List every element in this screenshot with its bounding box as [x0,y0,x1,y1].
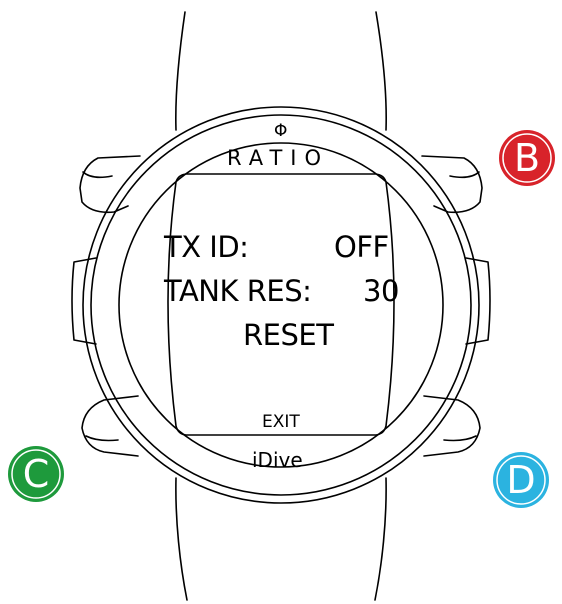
menu-row-tank-res-value: 30 [363,274,399,308]
button-d[interactable]: D [491,450,551,510]
brand-logo-symbol: Φ [274,121,288,141]
button-c-label: C [22,452,50,496]
menu-row-tx-id-value: OFF [334,230,389,264]
menu-item-exit[interactable]: EXIT [262,414,300,431]
brand-model: iDive [252,448,303,472]
dive-computer-illustration: Φ RATIO iDive TX ID: OFF TANK RES: 30 RE… [0,0,562,604]
menu-item-reset[interactable]: RESET [243,321,334,350]
button-c[interactable]: C [6,444,66,504]
menu-row-tx-id-label: TX ID: [164,230,249,264]
button-d-label: D [506,458,536,502]
brand-name: RATIO [227,146,330,170]
button-b[interactable]: B [497,128,557,188]
menu-row-tank-res-label: TANK RES: [164,274,312,308]
button-b-label: B [513,136,541,180]
